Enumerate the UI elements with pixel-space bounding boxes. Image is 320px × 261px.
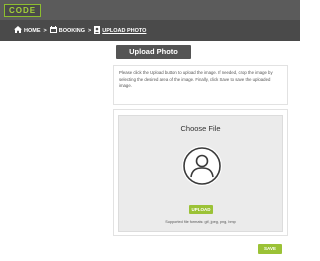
top-bar: CODE bbox=[0, 0, 300, 20]
user-silhouette-icon bbox=[182, 146, 222, 186]
breadcrumb-separator: > bbox=[43, 27, 47, 34]
app-logo[interactable]: CODE bbox=[4, 4, 41, 17]
breadcrumb-current[interactable]: UPLOAD PHOTO bbox=[102, 28, 146, 34]
breadcrumb: HOME > BOOKING > UPLOAD PHOTO bbox=[0, 20, 300, 41]
upload-panel: Choose File UPLOAD Supported file format… bbox=[113, 109, 288, 236]
breadcrumb-booking[interactable]: BOOKING bbox=[59, 28, 85, 34]
instructions-box: Please click the Upload button to upload… bbox=[113, 65, 288, 105]
page-title: Upload Photo bbox=[116, 45, 191, 59]
save-button[interactable]: SAVE bbox=[258, 244, 282, 254]
choose-file-area: Choose File UPLOAD Supported file format… bbox=[118, 115, 283, 232]
photo-icon bbox=[94, 25, 101, 36]
calendar-icon bbox=[49, 26, 57, 35]
supported-formats-text: Supported file formats: gif, jpeg, png, … bbox=[165, 220, 236, 224]
breadcrumb-separator: > bbox=[88, 27, 92, 34]
breadcrumb-home[interactable]: HOME bbox=[24, 28, 41, 34]
instructions-text: Please click the Upload button to upload… bbox=[119, 70, 273, 88]
home-icon bbox=[14, 26, 22, 35]
upload-button[interactable]: UPLOAD bbox=[189, 205, 213, 214]
choose-file-heading: Choose File bbox=[180, 124, 221, 133]
